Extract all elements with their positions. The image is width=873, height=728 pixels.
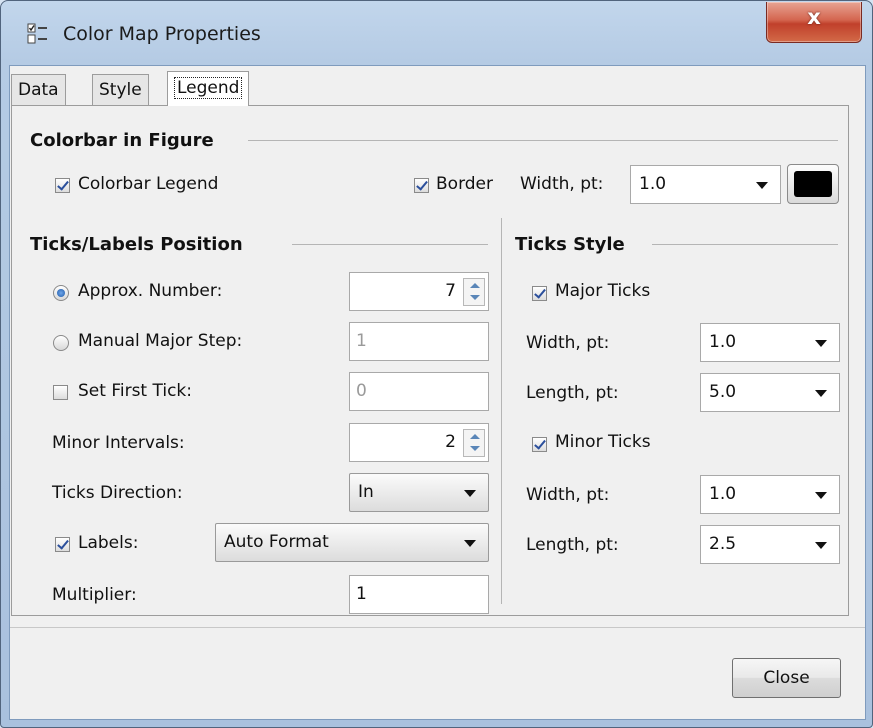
multiplier-label: Multiplier: — [52, 585, 137, 605]
labels-checkbox[interactable] — [55, 537, 70, 552]
set-first-tick-input[interactable]: 0 — [349, 372, 489, 411]
tab-legend-label: Legend — [174, 77, 243, 99]
ticks-direction-dropdown[interactable]: In — [349, 473, 489, 512]
minor-width-value: 1.0 — [709, 484, 737, 504]
window-close-button[interactable]: x — [766, 2, 862, 43]
chevron-down-icon — [815, 492, 827, 499]
major-width-value: 1.0 — [709, 332, 737, 352]
border-color-swatch — [794, 171, 832, 197]
colorbar-section-heading: Colorbar in Figure — [30, 130, 214, 151]
minor-intervals-spinner[interactable]: 2 — [349, 423, 489, 462]
ticks-style-rule — [652, 244, 838, 245]
labels-format-dropdown[interactable]: Auto Format — [215, 523, 489, 562]
major-length-value: 5.0 — [709, 382, 737, 402]
colorbar-section-rule — [248, 140, 838, 141]
border-width-dropdown[interactable]: 1.0 — [630, 165, 781, 204]
border-width-value: 1.0 — [639, 174, 667, 194]
chevron-down-icon — [756, 182, 768, 189]
minor-length-label: Length, pt: — [526, 535, 619, 555]
minor-ticks-label: Minor Ticks — [555, 432, 651, 452]
major-ticks-checkbox[interactable] — [532, 286, 547, 301]
major-length-dropdown[interactable]: 5.0 — [700, 373, 840, 412]
approx-number-spinner[interactable]: 7 — [349, 272, 489, 311]
approx-number-label: Approx. Number: — [78, 281, 223, 301]
spinner-arrows-icon[interactable] — [463, 429, 485, 457]
dialog-client: Data Style Legend Colorbar in Figure Col… — [9, 65, 866, 720]
major-width-dropdown[interactable]: 1.0 — [700, 323, 840, 362]
ticks-position-heading: Ticks/Labels Position — [30, 234, 243, 255]
minor-length-value: 2.5 — [709, 534, 737, 554]
approx-number-value: 7 — [445, 281, 456, 301]
manual-major-step-label: Manual Major Step: — [78, 331, 243, 351]
major-length-label: Length, pt: — [526, 383, 619, 403]
minor-width-dropdown[interactable]: 1.0 — [700, 475, 840, 514]
close-button[interactable]: Close — [732, 658, 841, 698]
footer-separator — [10, 627, 865, 628]
manual-major-step-input[interactable]: 1 — [349, 322, 489, 361]
minor-intervals-label: Minor Intervals: — [52, 433, 185, 453]
manual-major-step-radio[interactable] — [53, 335, 69, 351]
set-first-tick-checkbox[interactable] — [53, 385, 68, 400]
labels-label: Labels: — [78, 533, 139, 553]
minor-ticks-checkbox[interactable] — [532, 437, 547, 452]
border-width-label: Width, pt: — [520, 174, 604, 194]
dialog-window: Color Map Properties x Data Style Legend… — [0, 0, 873, 728]
set-first-tick-label: Set First Tick: — [78, 381, 193, 401]
tab-style[interactable]: Style — [92, 74, 149, 105]
close-icon: x — [807, 5, 821, 29]
colorbar-legend-label: Colorbar Legend — [78, 174, 219, 194]
border-color-button[interactable] — [787, 164, 839, 204]
border-checkbox[interactable] — [414, 178, 429, 193]
chevron-down-icon — [815, 542, 827, 549]
colorbar-legend-checkbox[interactable] — [55, 178, 70, 193]
border-label: Border — [436, 174, 493, 194]
spinner-arrows-icon[interactable] — [463, 278, 485, 306]
chevron-down-icon — [464, 490, 476, 497]
window-title: Color Map Properties — [63, 23, 261, 45]
minor-length-dropdown[interactable]: 2.5 — [700, 525, 840, 564]
multiplier-input[interactable]: 1 — [349, 575, 489, 614]
minor-intervals-value: 2 — [445, 432, 456, 452]
ticks-style-heading: Ticks Style — [515, 234, 625, 255]
legend-tab-panel: Colorbar in Figure Colorbar Legend Borde… — [11, 105, 849, 616]
approx-number-radio[interactable] — [53, 285, 69, 301]
tab-data[interactable]: Data — [11, 74, 66, 105]
ticks-direction-label: Ticks Direction: — [52, 483, 183, 503]
labels-format-value: Auto Format — [224, 532, 329, 552]
major-ticks-label: Major Ticks — [555, 281, 651, 301]
chevron-down-icon — [815, 390, 827, 397]
column-separator — [501, 218, 502, 604]
major-width-label: Width, pt: — [526, 333, 610, 353]
ticks-position-rule — [292, 244, 488, 245]
tab-legend[interactable]: Legend — [167, 71, 250, 106]
minor-width-label: Width, pt: — [526, 485, 610, 505]
chevron-down-icon — [815, 340, 827, 347]
ticks-direction-value: In — [358, 482, 374, 502]
title-bar[interactable]: Color Map Properties x — [1, 1, 872, 65]
properties-icon — [27, 23, 47, 44]
chevron-down-icon — [464, 540, 476, 547]
